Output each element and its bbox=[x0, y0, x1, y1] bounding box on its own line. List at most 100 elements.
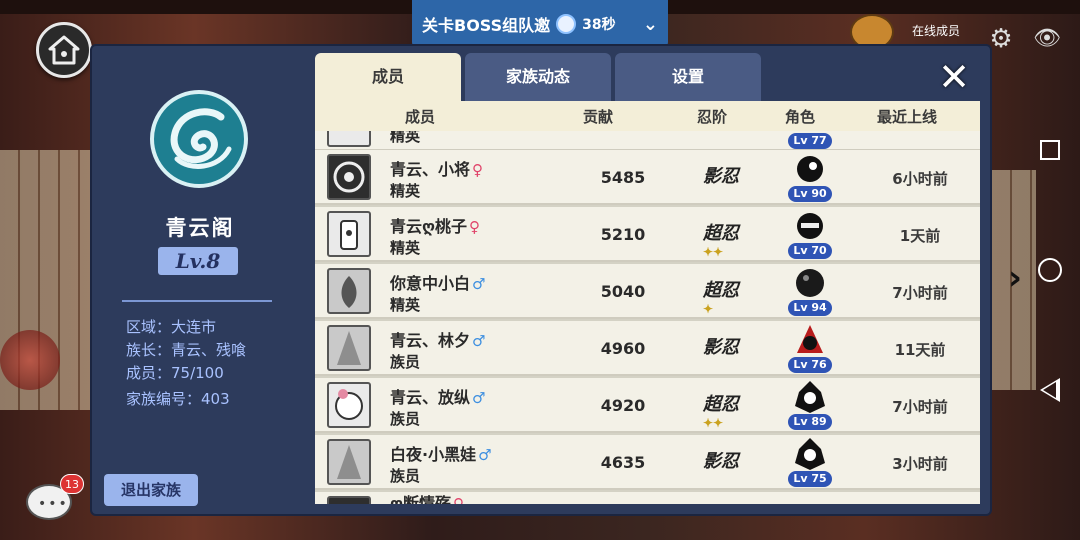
header-member: 成员 bbox=[405, 108, 436, 126]
member-rank: 族员 bbox=[390, 353, 421, 371]
member-name: 青云、小将 ♀ bbox=[390, 160, 484, 179]
member-contribution: 5040 bbox=[600, 282, 646, 301]
chevron-down-icon[interactable]: ⌄ bbox=[643, 14, 658, 35]
role-level-badge: Lv 70 bbox=[788, 243, 832, 259]
member-name: 青云、放纵 ♂ bbox=[390, 388, 486, 407]
clan-leader: 族长：青云、残喰 bbox=[126, 341, 247, 359]
member-contribution: 4635 bbox=[600, 453, 646, 472]
table-row[interactable]: 精英 Lv 77 bbox=[315, 101, 980, 151]
member-last-online: 7小时前 bbox=[892, 284, 948, 302]
table-row[interactable]: 青云、林夕 ♂ 族员 4960 影忍 Lv 76 11天前 bbox=[315, 321, 980, 376]
clan-id: 家族编号：403 bbox=[126, 390, 230, 408]
male-gender-icon: ♂ bbox=[472, 275, 486, 293]
clan-name: 青云阁 bbox=[165, 216, 235, 240]
female-gender-icon: ♀ bbox=[472, 161, 484, 179]
role-level-badge: Lv 75 bbox=[788, 471, 832, 487]
member-contribution: 4960 bbox=[600, 339, 646, 358]
member-rank: 精英 bbox=[390, 296, 421, 314]
member-contribution: 4920 bbox=[600, 396, 646, 415]
member-avatar bbox=[327, 325, 371, 371]
member-rank: 精英 bbox=[390, 182, 421, 200]
clan-members-count: 成员：75/100 bbox=[126, 364, 224, 382]
member-contribution: 5210 bbox=[600, 225, 646, 244]
character-icon bbox=[797, 213, 823, 239]
character-icon bbox=[797, 325, 823, 353]
female-gender-icon: ♀ bbox=[453, 495, 465, 504]
member-name: 你意中小白 ♂ bbox=[390, 274, 486, 293]
sparkle-icon: ✦ bbox=[703, 302, 714, 316]
ninja-rank-badge: 影忍 bbox=[703, 166, 739, 187]
role-level-badge: Lv 89 bbox=[788, 414, 832, 430]
home-nav-button[interactable] bbox=[1038, 258, 1062, 282]
ninja-rank-badge: 超忍 ✦✦ bbox=[697, 219, 745, 259]
home-button[interactable] bbox=[36, 22, 92, 78]
header-last-online: 最近上线 bbox=[877, 108, 938, 126]
table-row[interactable]: 白夜·小黑娃 ♂ 族员 4635 影忍 Lv 75 3小时前 bbox=[315, 435, 980, 490]
member-last-online: 3小时前 bbox=[892, 455, 948, 473]
male-gender-icon: ♂ bbox=[472, 389, 486, 407]
table-row[interactable]: 你意中小白 ♂ 精英 5040 超忍 ✦ Lv 94 7小时前 bbox=[315, 264, 980, 319]
character-icon bbox=[795, 381, 825, 413]
member-last-online: 11天前 bbox=[894, 341, 946, 359]
eye-icon[interactable]: 👁 bbox=[1030, 24, 1064, 54]
clan-level-badge: Lv.8 bbox=[158, 247, 238, 275]
ninja-rank-badge: 影忍 bbox=[703, 451, 739, 472]
header-ninja-rank: 忍阶 bbox=[697, 108, 728, 126]
ninja-rank-badge: 影忍 bbox=[703, 337, 739, 358]
member-name: ღ断情殇 ♀ bbox=[390, 490, 464, 504]
member-rank: 族员 bbox=[390, 467, 421, 485]
recent-apps-button[interactable] bbox=[1040, 140, 1060, 160]
boss-team-invite-banner[interactable]: 关卡BOSS组队邀 38秒 ⌄ bbox=[412, 0, 668, 48]
member-name: 青云ღ桃子 ♀ bbox=[390, 217, 481, 236]
chat-unread-badge: 13 bbox=[60, 474, 84, 494]
member-avatar bbox=[327, 211, 371, 257]
back-nav-button[interactable] bbox=[1040, 378, 1060, 402]
member-name: 青云、林夕 ♂ bbox=[390, 331, 486, 350]
sparkle-icon: ✦✦ bbox=[703, 245, 724, 259]
member-table[interactable]: 精英 Lv 77 成员 贡献 忍阶 角色 最近上线 青云、小将 ♀ 精英 5485… bbox=[315, 101, 980, 504]
tab-members[interactable]: 成员 bbox=[315, 53, 461, 101]
member-last-online: 7小时前 bbox=[892, 398, 948, 416]
sparkle-icon: ✦✦ bbox=[703, 416, 724, 430]
male-gender-icon: ♂ bbox=[478, 446, 492, 464]
swirl-icon bbox=[170, 108, 232, 169]
member-last-online: 6小时前 bbox=[892, 170, 948, 188]
header-role: 角色 bbox=[785, 108, 816, 126]
tab-settings[interactable]: 设置 bbox=[615, 53, 761, 101]
male-gender-icon: ♂ bbox=[472, 332, 486, 350]
member-contribution: 5485 bbox=[600, 168, 646, 187]
ninja-rank-badge: 超忍 ✦ bbox=[697, 276, 745, 316]
info-divider bbox=[122, 300, 272, 302]
boss-banner-countdown: 38秒 bbox=[582, 17, 616, 33]
close-icon[interactable]: ✕ bbox=[936, 58, 972, 96]
boss-banner-title: 关卡BOSS组队邀 bbox=[422, 16, 551, 35]
side-expand-arrow-icon[interactable]: › bbox=[1008, 258, 1022, 298]
member-name: 白夜·小黑娃 ♂ bbox=[390, 445, 492, 464]
table-row[interactable]: ღ断情殇 ♀ bbox=[315, 492, 980, 504]
character-icon bbox=[795, 438, 825, 470]
chat-button[interactable]: ••• 13 bbox=[26, 474, 84, 522]
member-avatar bbox=[327, 382, 371, 428]
clan-emblem-icon bbox=[150, 90, 248, 188]
leave-clan-button[interactable]: 退出家族 bbox=[104, 474, 198, 506]
chat-dots: ••• bbox=[38, 496, 69, 512]
table-row[interactable]: 青云、放纵 ♂ 族员 4920 超忍 ✦✦ Lv 89 7小时前 bbox=[315, 378, 980, 433]
home-icon bbox=[48, 35, 80, 65]
ninja-rank-badge: 超忍 ✦✦ bbox=[697, 390, 745, 430]
table-row[interactable]: 青云ღ桃子 ♀ 精英 5210 超忍 ✦✦ Lv 70 1天前 bbox=[315, 207, 980, 262]
member-avatar bbox=[327, 268, 371, 314]
table-header: 成员 贡献 忍阶 角色 最近上线 bbox=[315, 101, 980, 131]
role-level-badge: Lv 77 bbox=[788, 133, 832, 149]
member-avatar bbox=[327, 496, 371, 504]
character-icon bbox=[796, 269, 824, 297]
member-avatar bbox=[327, 439, 371, 485]
tab-clan-news[interactable]: 家族动态 bbox=[465, 53, 611, 101]
member-rank: 精英 bbox=[390, 239, 421, 257]
table-row[interactable]: 青云、小将 ♀ 精英 5485 影忍 Lv 90 6小时前 bbox=[315, 150, 980, 205]
member-last-online: 1天前 bbox=[899, 227, 941, 245]
header-contribution: 贡献 bbox=[583, 108, 614, 126]
member-rank: 族员 bbox=[390, 410, 421, 428]
character-icon bbox=[797, 156, 823, 182]
clan-region: 区域：大连市 bbox=[126, 318, 217, 336]
timer-icon bbox=[556, 14, 577, 34]
